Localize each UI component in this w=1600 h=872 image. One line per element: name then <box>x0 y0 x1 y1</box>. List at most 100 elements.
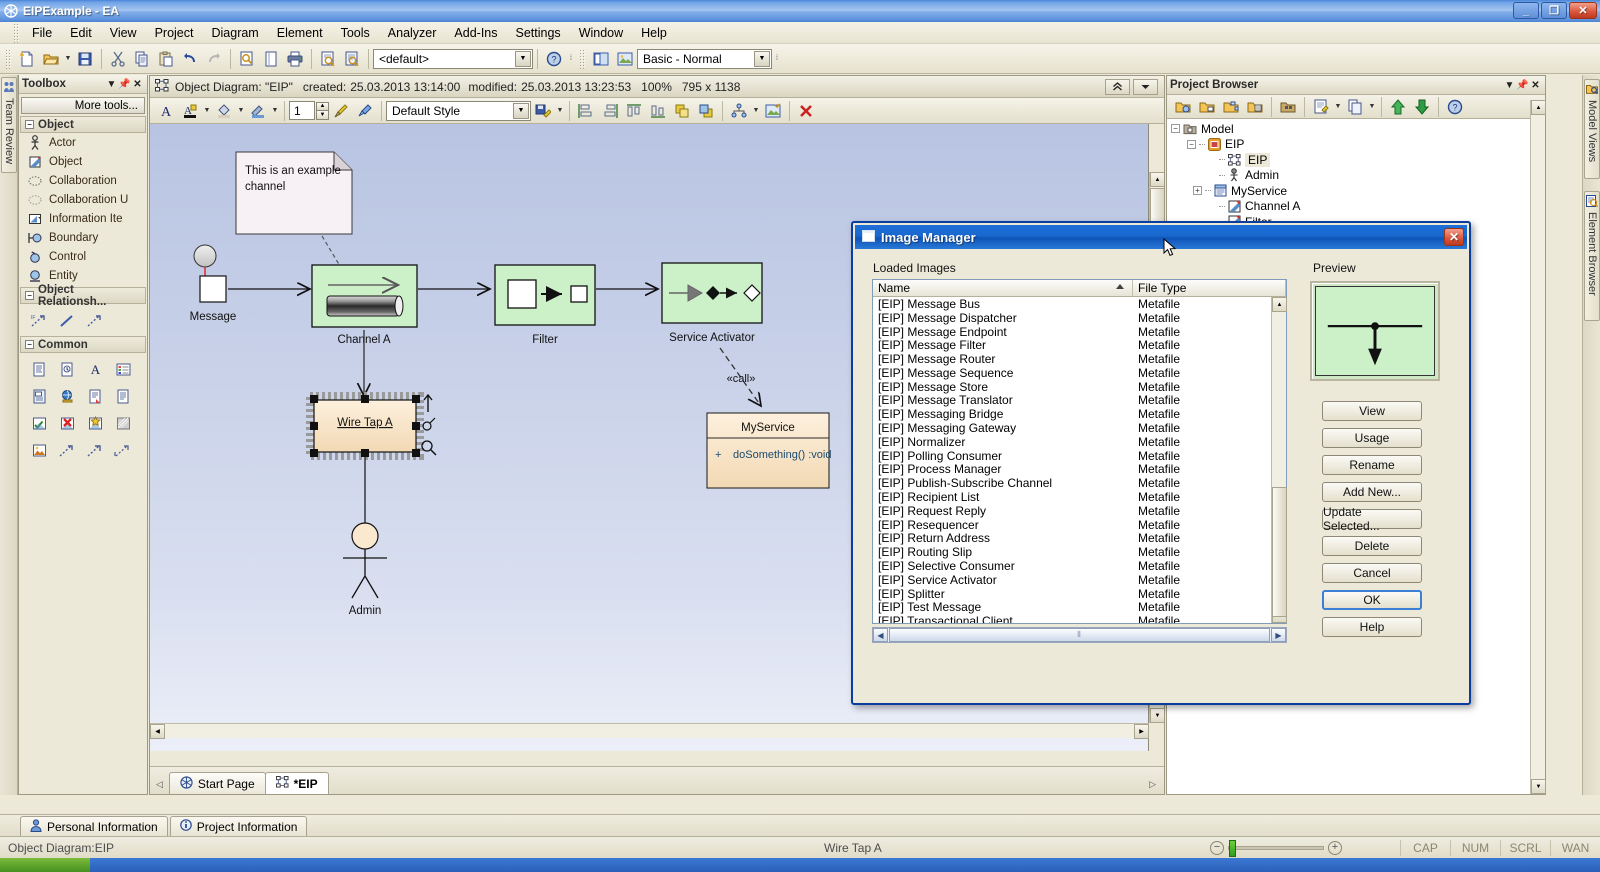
chevron-down-icon[interactable]: ▼ <box>555 100 565 122</box>
table-row[interactable]: [EIP] Message Bus Metafile <box>873 297 1271 311</box>
table-row[interactable]: [EIP] Messaging Bridge Metafile <box>873 407 1271 421</box>
rename-button[interactable]: Rename <box>1322 455 1422 475</box>
redo-icon[interactable] <box>202 47 226 71</box>
tab-scroll-right-icon[interactable]: ▷ <box>1149 779 1156 790</box>
table-row[interactable]: [EIP] Splitter Metafile <box>873 587 1271 601</box>
help-icon[interactable]: ? <box>542 47 566 71</box>
table-row[interactable]: [EIP] Request Reply Metafile <box>873 504 1271 518</box>
hyperlink-icon[interactable] <box>53 383 81 410</box>
toolbox-item-control[interactable]: Control <box>19 247 147 266</box>
align-top-icon[interactable] <box>622 99 646 123</box>
rail-tab-team-review[interactable]: Team Review <box>1 77 17 173</box>
table-row[interactable]: [EIP] Message Sequence Metafile <box>873 366 1271 380</box>
toolbox-group-common[interactable]: − Common <box>20 336 146 353</box>
pattern-icon[interactable] <box>109 410 137 437</box>
print-icon[interactable] <box>283 47 307 71</box>
toolbar-grip[interactable] <box>5 48 12 69</box>
tree-row-admin[interactable]: Admin <box>1167 168 1530 184</box>
scroll-thumb[interactable] <box>1272 487 1287 617</box>
chevron-down-icon[interactable]: ▼ <box>202 100 212 122</box>
table-row[interactable]: [EIP] Normalizer Metafile <box>873 435 1271 449</box>
minimize-button[interactable]: _ <box>1513 2 1539 19</box>
usage-button[interactable]: Usage <box>1322 428 1422 448</box>
node-wire-tap-a[interactable]: Wire Tap A <box>306 392 424 460</box>
note-icon[interactable] <box>25 356 53 383</box>
copy-paste-icon[interactable] <box>1343 95 1367 119</box>
toolbox-item-object[interactable]: Object <box>19 152 147 171</box>
chevron-down-icon[interactable]: ▼ <box>513 102 529 119</box>
send-to-back-icon[interactable] <box>694 99 718 123</box>
tree-row-eip-diagram[interactable]: EIP <box>1167 152 1530 168</box>
view-button[interactable]: View <box>1322 401 1422 421</box>
scroll-up-icon[interactable]: ▲ <box>1150 172 1164 187</box>
menu-item-view[interactable]: View <box>101 24 146 42</box>
tab-scroll-left-icon[interactable]: ◁ <box>156 779 163 790</box>
toolbox-item-entity[interactable]: Entity <box>19 266 147 285</box>
note-link-icon[interactable] <box>109 383 137 410</box>
scroll-down-icon[interactable]: ▼ <box>1150 708 1164 723</box>
cancel-button[interactable]: Cancel <box>1322 563 1422 583</box>
delete-icon[interactable] <box>794 99 818 123</box>
menu-item-window[interactable]: Window <box>570 24 632 42</box>
toolbox-item-collaboration[interactable]: Collaboration <box>19 171 147 190</box>
chevron-down-icon[interactable]: ▼ <box>751 100 761 122</box>
table-row[interactable]: [EIP] Message Endpoint Metafile <box>873 325 1271 339</box>
image-asset-icon[interactable] <box>25 437 53 464</box>
align-right-icon[interactable] <box>598 99 622 123</box>
chevron-down-icon[interactable]: ▼ <box>515 50 531 67</box>
fill-color-icon[interactable] <box>212 99 236 123</box>
model-search-icon[interactable] <box>340 47 364 71</box>
tab-personal-information[interactable]: Personal Information <box>20 816 168 836</box>
table-row[interactable]: [EIP] Message Translator Metafile <box>873 393 1271 407</box>
quicklink-handles[interactable] <box>421 393 437 456</box>
table-row[interactable]: [EIP] Message Store Metafile <box>873 380 1271 394</box>
move-up-icon[interactable] <box>1386 95 1410 119</box>
zoom-slider-thumb[interactable] <box>1229 839 1236 857</box>
dependency-relationship-icon[interactable]: IF <box>25 307 53 334</box>
collapse-icon[interactable]: − <box>25 120 34 129</box>
association-relationship-icon[interactable] <box>53 307 81 334</box>
collapse-icon[interactable]: − <box>1171 124 1180 134</box>
column-header-file-type[interactable]: File Type <box>1133 280 1286 296</box>
zoom-in-button[interactable]: + <box>1328 840 1342 855</box>
help-icon[interactable]: ? <box>1443 95 1467 119</box>
table-row[interactable]: [EIP] Process Manager Metafile <box>873 462 1271 476</box>
list-vertical-scrollbar[interactable]: ▲ ▼ <box>1271 297 1287 623</box>
help-button[interactable]: Help <box>1322 617 1422 637</box>
tab-start-page[interactable]: Start Page <box>168 772 266 794</box>
scroll-right-icon[interactable]: ▶ <box>1134 724 1149 739</box>
scroll-up-icon[interactable]: ▲ <box>1272 297 1287 312</box>
ok-button[interactable]: OK <box>1322 590 1422 610</box>
scroll-left-icon[interactable]: ◀ <box>873 628 888 642</box>
menu-item-edit[interactable]: Edit <box>61 24 101 42</box>
zoom-slider[interactable] <box>1228 839 1324 857</box>
layout-icon[interactable] <box>589 47 613 71</box>
tree-row-channel-a[interactable]: Channel A <box>1167 199 1530 215</box>
search-icon[interactable] <box>235 47 259 71</box>
rail-tab-model-views[interactable]: Model Views <box>1584 79 1600 179</box>
properties-icon[interactable] <box>1309 95 1333 119</box>
menu-item-tools[interactable]: Tools <box>332 24 379 42</box>
new-file-icon[interactable] <box>15 47 39 71</box>
chevron-down-icon[interactable]: ▼ <box>754 50 770 67</box>
menu-item-help[interactable]: Help <box>632 24 676 42</box>
close-icon[interactable]: ✕ <box>1529 79 1542 92</box>
align-bottom-icon[interactable] <box>646 99 670 123</box>
paste-icon[interactable] <box>154 47 178 71</box>
collapse-icon[interactable]: − <box>25 291 34 300</box>
tree-row-eip-package[interactable]: − EIP <box>1167 137 1530 153</box>
move-down-icon[interactable] <box>1410 95 1434 119</box>
eyedropper-icon[interactable] <box>353 99 377 123</box>
start-button[interactable] <box>0 858 90 872</box>
menu-item-diagram[interactable]: Diagram <box>202 24 267 42</box>
toolbar-grip-2[interactable] <box>579 48 586 69</box>
cut-icon[interactable] <box>106 47 130 71</box>
new-element-icon[interactable] <box>1243 95 1267 119</box>
bring-to-front-icon[interactable] <box>670 99 694 123</box>
tab-eip-diagram[interactable]: *EIP <box>264 772 329 794</box>
chevron-down-icon[interactable]: ▼ <box>270 100 280 122</box>
dialog-close-button[interactable]: ✕ <box>1444 228 1464 246</box>
collapse-icon[interactable]: − <box>25 340 34 349</box>
collapse-header-button[interactable] <box>1105 78 1130 95</box>
collapse-icon[interactable]: − <box>1187 139 1196 149</box>
